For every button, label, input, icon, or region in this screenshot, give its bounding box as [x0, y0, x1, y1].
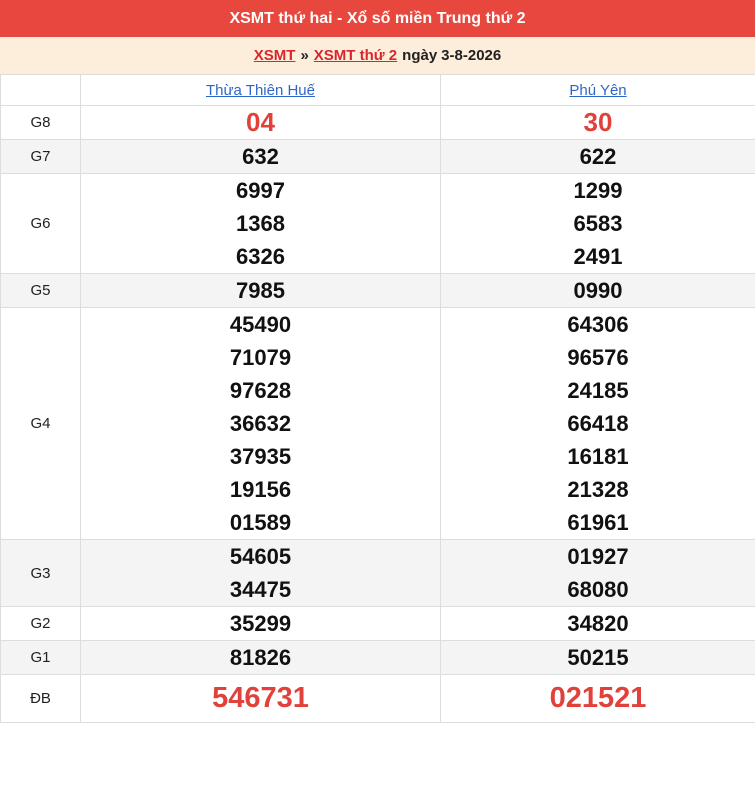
prize-cell-phu-yen: 34820 [440, 606, 755, 641]
prize-number: 622 [579, 144, 617, 169]
prize-number: 96576 [567, 345, 629, 370]
page-title: XSMT thứ hai - Xổ số miền Trung thứ 2 [229, 9, 526, 27]
prize-number: 37935 [229, 444, 292, 469]
prize-label: G6 [0, 173, 81, 274]
prize-cell-hue: 632 [80, 139, 441, 174]
prize-cell-hue: 7985 [80, 273, 441, 308]
prize-number: 0990 [573, 278, 623, 303]
prize-cell-hue: 35299 [80, 606, 441, 641]
prize-row-special: ĐB 546731 021521 [0, 674, 755, 723]
prize-label: G7 [0, 139, 81, 174]
special-prize-number: 546731 [212, 682, 309, 714]
prize-cell-phu-yen: 0990 [440, 273, 755, 308]
prize-row-g1: G1 81826 50215 [0, 640, 755, 675]
prize-cell-phu-yen: 021521 [440, 674, 755, 723]
prize-row-g4: G4 45490 71079 97628 36632 37935 19156 0… [0, 307, 755, 540]
prize-number: 01589 [229, 510, 292, 535]
prize-number: 71079 [229, 345, 292, 370]
province-header-row: Thừa Thiên Huế Phú Yên [0, 74, 755, 106]
prize-number: 16181 [567, 444, 629, 469]
prize-number: 04 [246, 107, 275, 137]
prize-number: 21328 [567, 477, 629, 502]
prize-number: 64306 [567, 312, 629, 337]
prize-cell-phu-yen: 1299 6583 2491 [440, 173, 755, 274]
prize-cell-phu-yen: 01927 68080 [440, 539, 755, 607]
prize-label: G1 [0, 640, 81, 675]
prize-number: 6997 [236, 178, 285, 203]
prize-cell-hue: 04 [80, 105, 441, 140]
prize-cell-hue: 54605 34475 [80, 539, 441, 607]
prize-label: G2 [0, 606, 81, 641]
prize-number: 1368 [236, 211, 285, 236]
prize-number: 35299 [229, 611, 292, 636]
prize-cell-phu-yen: 30 [440, 105, 755, 140]
prize-row-g3: G3 54605 34475 01927 68080 [0, 539, 755, 607]
prize-cell-phu-yen: 622 [440, 139, 755, 174]
prize-label: G5 [0, 273, 81, 308]
breadcrumb-date: 3-8-2026 [441, 47, 502, 64]
prize-number: 30 [583, 107, 613, 137]
prize-number: 50215 [567, 645, 629, 670]
breadcrumb-date-prefix: ngày [402, 47, 438, 64]
prize-cell-hue: 45490 71079 97628 36632 37935 19156 0158… [80, 307, 441, 540]
prize-number: 68080 [567, 577, 629, 602]
prize-number: 36632 [229, 411, 292, 436]
prize-number: 19156 [229, 477, 292, 502]
province-link-phu-yen[interactable]: Phú Yên [569, 82, 626, 99]
prize-label: G8 [0, 105, 81, 140]
prize-label: G3 [0, 539, 81, 607]
special-prize-number: 021521 [549, 682, 647, 714]
prize-number: 6583 [573, 211, 623, 236]
prize-number: 54605 [229, 544, 292, 569]
prize-number: 66418 [567, 411, 629, 436]
prize-row-g7: G7 632 622 [0, 139, 755, 174]
breadcrumb: XSMT » XSMT thứ 2 ngày 3-8-2026 [0, 37, 755, 74]
breadcrumb-link-xsmt-thu-2[interactable]: XSMT thứ 2 [314, 47, 397, 64]
prize-number: 61961 [567, 510, 629, 535]
prize-number: 7985 [236, 278, 285, 303]
prize-cell-hue: 546731 [80, 674, 441, 723]
prize-number: 24185 [567, 378, 629, 403]
page-header: XSMT thứ hai - Xổ số miền Trung thứ 2 [0, 0, 755, 37]
province-header-hue: Thừa Thiên Huế [80, 74, 441, 106]
prize-number: 632 [242, 144, 279, 169]
prize-number: 81826 [229, 645, 292, 670]
prize-row-g6: G6 6997 1368 6326 1299 6583 2491 [0, 173, 755, 274]
prize-number: 34820 [567, 611, 629, 636]
prize-row-g8: G8 04 30 [0, 105, 755, 140]
prize-row-g5: G5 7985 0990 [0, 273, 755, 308]
prize-number: 2491 [573, 244, 623, 269]
prize-label: G4 [0, 307, 81, 540]
breadcrumb-separator: » [300, 47, 309, 64]
prize-number: 01927 [567, 544, 629, 569]
breadcrumb-link-xsmt[interactable]: XSMT [254, 47, 296, 64]
province-header-phu-yen: Phú Yên [440, 74, 755, 106]
prize-number: 1299 [573, 178, 623, 203]
prize-cell-phu-yen: 64306 96576 24185 66418 16181 21328 6196… [440, 307, 755, 540]
prize-number: 45490 [229, 312, 292, 337]
prize-number: 97628 [229, 378, 292, 403]
province-link-thua-thien-hue[interactable]: Thừa Thiên Huế [206, 82, 315, 99]
prize-label: ĐB [0, 674, 81, 723]
prize-number: 34475 [229, 577, 292, 602]
prize-cell-phu-yen: 50215 [440, 640, 755, 675]
prize-number: 6326 [236, 244, 285, 269]
prize-cell-hue: 6997 1368 6326 [80, 173, 441, 274]
prize-cell-hue: 81826 [80, 640, 441, 675]
results-table: Thừa Thiên Huế Phú Yên G8 04 30 G7 632 6… [0, 74, 755, 723]
prize-row-g2: G2 35299 34820 [0, 606, 755, 641]
label-column-header [0, 74, 81, 106]
